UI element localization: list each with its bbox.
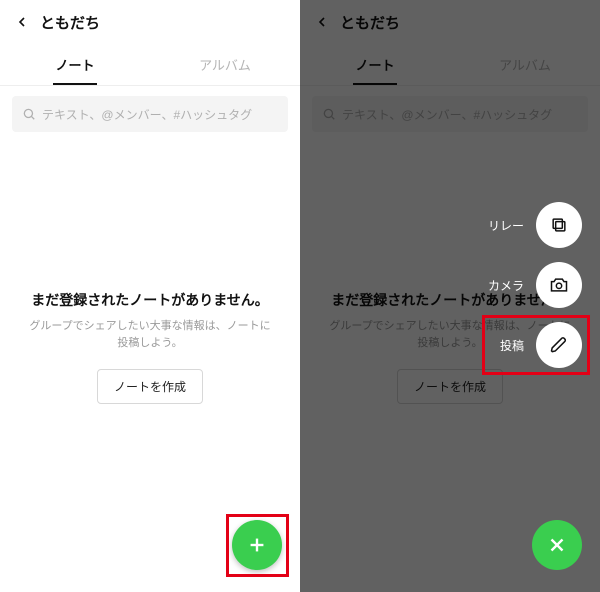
create-note-button[interactable]: ノートを作成 <box>97 369 203 404</box>
chevron-left-icon <box>14 14 30 30</box>
tabs: ノート アルバム <box>0 44 300 86</box>
tab-album[interactable]: アルバム <box>150 44 300 85</box>
fab-item-camera: カメラ <box>488 262 582 308</box>
fab-label: カメラ <box>488 277 524 294</box>
fab-camera-button[interactable] <box>536 262 582 308</box>
search-input[interactable]: テキスト、@メンバー、#ハッシュタグ <box>12 96 288 132</box>
back-button[interactable] <box>8 8 36 36</box>
search-placeholder: テキスト、@メンバー、#ハッシュタグ <box>42 106 252 123</box>
copy-icon <box>549 215 569 235</box>
header: ともだち <box>0 0 300 44</box>
tab-note[interactable]: ノート <box>0 44 150 85</box>
empty-title: まだ登録されたノートがありません。 <box>20 290 280 310</box>
fab-item-relay: リレー <box>488 202 582 248</box>
search-icon <box>22 107 36 121</box>
fab-post-button[interactable] <box>536 322 582 368</box>
fab-label: 投稿 <box>500 337 524 354</box>
camera-icon <box>549 275 569 295</box>
fab-add-button[interactable] <box>232 520 282 570</box>
pencil-icon <box>549 335 569 355</box>
plus-icon <box>246 534 268 556</box>
empty-subtitle: グループでシェアしたい大事な情報は、ノートに 投稿しよう。 <box>20 318 280 351</box>
panel-left: ともだち ノート アルバム テキスト、@メンバー、#ハッシュタグ まだ登録された… <box>0 0 300 592</box>
fab-close-button[interactable] <box>532 520 582 570</box>
empty-state: まだ登録されたノートがありません。 グループでシェアしたい大事な情報は、ノートに… <box>0 290 300 404</box>
panel-right: ともだち ノート アルバム テキスト、@メンバー、#ハッシュタグ まだ登録された… <box>300 0 600 592</box>
fab-label: リレー <box>488 217 524 234</box>
page-title: ともだち <box>40 12 100 33</box>
fab-item-post: 投稿 <box>500 322 582 368</box>
close-icon <box>546 534 568 556</box>
fab-relay-button[interactable] <box>536 202 582 248</box>
